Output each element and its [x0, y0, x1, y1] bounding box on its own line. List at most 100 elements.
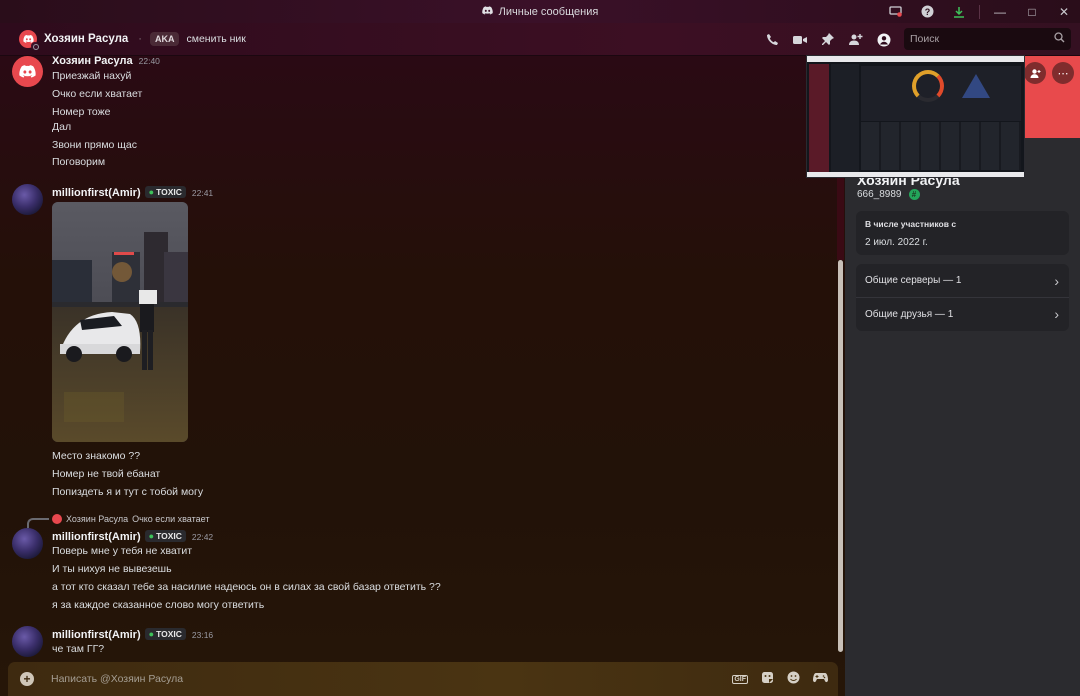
chevron-right-icon: › [1054, 306, 1059, 322]
avatar[interactable] [12, 184, 43, 215]
add-friend-icon[interactable] [1024, 62, 1046, 84]
reply-reference[interactable]: Хозяин Расула Очко если хватает [52, 514, 209, 524]
message-author[interactable]: millionfirst(Amir) ● TOXIC 22:41 [52, 186, 213, 199]
message-timestamp: 23:16 [191, 630, 214, 640]
screenshot-preview-thumbnail[interactable] [806, 55, 1025, 178]
more-options-icon[interactable]: ⋯ [1052, 62, 1074, 84]
badge-label: TOXIC [156, 531, 182, 541]
badge-label: TOXIC [156, 187, 182, 197]
mutual-friends-label: Общие друзья — 1 [865, 308, 954, 320]
minimize-icon[interactable]: — [984, 0, 1016, 23]
message-list[interactable]: Хозяин Расула 22:40 Приезжай нахуй Очко е… [0, 56, 845, 696]
message-text: Поверь мне у тебя не хватит [52, 545, 193, 557]
image-attachment[interactable] [52, 202, 188, 442]
window-title-text: Личные сообщения [498, 5, 599, 18]
message-author[interactable]: Хозяин Расула 22:40 [52, 56, 160, 67]
message-text: Поговорим [52, 156, 106, 168]
leaf-icon: ● [148, 531, 155, 541]
offline-status-icon [31, 42, 39, 50]
gif-button[interactable]: GIF [732, 674, 748, 684]
avatar[interactable] [12, 528, 43, 559]
add-friends-to-dm-icon[interactable] [842, 23, 870, 56]
emoji-icon[interactable] [787, 671, 800, 687]
aka-badge: AKA [149, 32, 180, 46]
member-since-label: В числе участников с [865, 219, 957, 229]
window-title: Личные сообщения [481, 5, 599, 18]
toxic-role-badge[interactable]: ● TOXIC [144, 628, 186, 640]
video-call-icon[interactable] [786, 23, 814, 56]
message-text: я за каждое сказанное слово могу ответит… [52, 599, 265, 611]
message-author[interactable]: millionfirst(Amir) ● TOXIC 22:42 [52, 530, 213, 543]
author-name[interactable]: millionfirst(Amir) [52, 187, 141, 199]
header-avatar[interactable] [19, 30, 39, 50]
maximize-icon[interactable]: □ [1016, 0, 1048, 23]
profile-username-row: 666_8989 # [857, 189, 920, 200]
svg-text:?: ? [924, 7, 930, 17]
chevron-right-icon: › [1054, 272, 1059, 289]
message-input[interactable]: Написать @Хозяин Расула [51, 673, 183, 685]
message-text: Место знакомо ?? [52, 450, 141, 462]
profile-username: 666_8989 [857, 189, 902, 200]
thumb-browser-bar [807, 56, 1024, 62]
change-nick-button[interactable]: сменить ник [186, 33, 245, 45]
header-username[interactable]: Хозяин Расула [44, 33, 128, 45]
thumb-gauge [912, 70, 944, 102]
search-placeholder: Поиск [910, 33, 940, 45]
member-since-date: 2 июл. 2022 г. [865, 237, 928, 248]
thumb-chart-shape [962, 74, 990, 98]
reply-author[interactable]: Хозяин Расула [66, 514, 128, 524]
thumb-sidebar-secondary [831, 64, 859, 172]
message-text: Номер не твой ебанат [52, 468, 161, 480]
reply-connector [27, 518, 49, 528]
voice-call-icon[interactable] [758, 23, 786, 56]
message-text: че там ГГ? [52, 643, 105, 655]
chat-scrollbar[interactable] [838, 260, 843, 652]
mutual-friends-row[interactable]: Общие друзья — 1 › [856, 297, 1069, 330]
message-text: Дал [52, 121, 72, 133]
message-author[interactable]: millionfirst(Amir) ● TOXIC 23:16 [52, 628, 213, 641]
pinned-messages-icon[interactable] [814, 23, 842, 56]
author-name[interactable]: Хозяин Расула [52, 56, 133, 67]
help-icon[interactable]: ? [911, 0, 943, 23]
add-attachment-button[interactable]: + [20, 672, 34, 686]
message-text: Звони прямо щас [52, 139, 138, 151]
discord-logo-icon [481, 5, 493, 18]
badge-label: TOXIC [156, 629, 182, 639]
member-since-card: В числе участников с 2 июл. 2022 г. [856, 211, 1069, 255]
message-timestamp: 22:41 [191, 188, 214, 198]
thumb-taskbar [807, 172, 1024, 177]
message-composer[interactable]: + Написать @Хозяин Расула GIF [8, 662, 838, 696]
search-input[interactable]: Поиск [904, 28, 1071, 50]
search-icon [1054, 32, 1065, 46]
dm-header: Хозяин Расула · AKA сменить ник Поиск [0, 23, 1080, 56]
hashtag-icon[interactable]: # [908, 189, 920, 200]
screen-share-icon[interactable] [879, 0, 911, 23]
header-separator: · [138, 33, 142, 45]
leaf-icon: ● [148, 187, 155, 197]
reply-text[interactable]: Очко если хватает [132, 514, 209, 524]
close-icon[interactable]: ✕ [1048, 0, 1080, 23]
titlebar-divider [979, 4, 980, 19]
avatar[interactable] [12, 56, 43, 87]
message-timestamp: 22:40 [138, 56, 160, 66]
message-text: Попиздеть я и тут с тобой могу [52, 486, 204, 498]
message-text: Очко если хватает [52, 88, 143, 100]
download-icon[interactable] [943, 0, 975, 23]
message-timestamp: 22:42 [191, 532, 214, 542]
leaf-icon: ● [148, 629, 155, 639]
toxic-role-badge[interactable]: ● TOXIC [144, 530, 186, 542]
toxic-role-badge[interactable]: ● TOXIC [144, 186, 186, 198]
avatar[interactable] [12, 626, 43, 657]
message-text: а тот кто сказал тебе за насилие надеюсь… [52, 581, 441, 593]
mutuals-card: Общие серверы — 1 › Общие друзья — 1 › [856, 264, 1069, 331]
reply-avatar [52, 514, 62, 524]
user-profile-toggle-icon[interactable] [870, 23, 898, 56]
mutual-servers-row[interactable]: Общие серверы — 1 › [856, 264, 1069, 297]
mutual-servers-label: Общие серверы — 1 [865, 275, 962, 286]
message-text: Приезжай нахуй [52, 70, 132, 82]
author-name[interactable]: millionfirst(Amir) [52, 629, 141, 641]
gamepad-icon[interactable] [813, 672, 828, 686]
message-text: Номер тоже [52, 106, 111, 118]
sticker-icon[interactable] [761, 671, 774, 687]
author-name[interactable]: millionfirst(Amir) [52, 531, 141, 543]
